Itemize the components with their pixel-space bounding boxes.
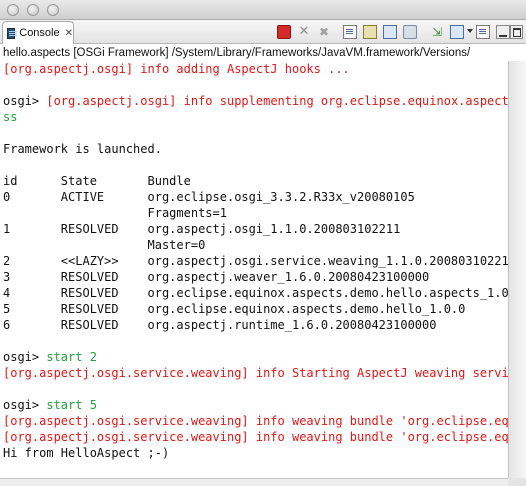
console-line: 3 RESOLVED org.aspectj.weaver_1.6.0.2008… xyxy=(3,269,429,285)
console-line-text: [org.aspectj.osgi] info adding AspectJ h… xyxy=(3,62,350,76)
display-console-icon[interactable] xyxy=(450,25,464,39)
console-line-text: 6 RESOLVED org.aspectj.runtime_1.6.0.200… xyxy=(3,318,437,332)
console-line-text: start 5 xyxy=(46,398,97,412)
show-console-on-error-icon[interactable] xyxy=(403,25,417,39)
window-title-bar xyxy=(0,0,526,20)
clear-console-icon[interactable] xyxy=(343,25,357,39)
console-line: 2 <<LAZY>> org.aspectj.osgi.service.weav… xyxy=(3,253,508,269)
show-console-on-output-icon[interactable] xyxy=(383,25,397,39)
console-line-text: [org.aspectj.osgi] info supplementing or… xyxy=(46,94,508,108)
console-line-text: id State Bundle xyxy=(3,174,191,188)
pin-console-icon[interactable]: ⇲ xyxy=(430,25,444,39)
console-tab-label: Console xyxy=(19,27,60,39)
console-line-text: ss xyxy=(3,110,18,124)
console-line-text: Framework is launched. xyxy=(3,142,162,156)
console-line-text: Fragments=1 xyxy=(3,206,227,220)
console-line: 1 RESOLVED org.aspectj.osgi_1.1.0.200803… xyxy=(3,221,400,237)
view-toolbar: Console ✕ ✕ ✖ ⇲ xyxy=(0,20,526,44)
console-line-text: 1 RESOLVED org.aspectj.osgi_1.1.0.200803… xyxy=(3,222,401,236)
console-tab[interactable]: Console ✕ xyxy=(2,21,74,44)
console-line: id State Bundle xyxy=(3,173,191,189)
console-prompt: osgi> xyxy=(3,398,47,412)
console-line-text: [org.aspectj.osgi.service.weaving] info … xyxy=(3,430,508,444)
scrollbar-corner xyxy=(508,478,526,486)
console-line: osgi> start 2 xyxy=(3,349,97,365)
remove-launch-icon[interactable]: ✕ xyxy=(297,25,311,39)
console-line: ss xyxy=(3,109,17,125)
console-prompt: osgi> xyxy=(3,350,47,364)
console-line: 4 RESOLVED org.eclipse.equinox.aspects.d… xyxy=(3,285,508,301)
console-line: 0 ACTIVE org.eclipse.osgi_3.3.2.R33x_v20… xyxy=(3,189,415,205)
console-line: Master=0 xyxy=(3,237,205,253)
console-line: [org.aspectj.osgi.service.weaving] info … xyxy=(3,365,508,381)
zoom-window-button[interactable] xyxy=(47,4,59,16)
console-line: Fragments=1 xyxy=(3,205,227,221)
console-line: Framework is launched. xyxy=(3,141,162,157)
console-icon xyxy=(7,27,18,39)
process-label: hello.aspects [OSGi Framework] /System/L… xyxy=(0,45,526,61)
open-console-icon[interactable] xyxy=(476,25,490,39)
console-line: [org.aspectj.osgi.service.weaving] info … xyxy=(3,413,508,429)
console-line-text: 3 RESOLVED org.aspectj.weaver_1.6.0.2008… xyxy=(3,270,430,284)
console-line-text: start 2 xyxy=(46,350,97,364)
close-tab-icon[interactable]: ✕ xyxy=(65,28,73,39)
console-line-text: 0 ACTIVE org.eclipse.osgi_3.3.2.R33x_v20… xyxy=(3,190,415,204)
vertical-scrollbar[interactable] xyxy=(508,61,526,478)
console-line: 6 RESOLVED org.aspectj.runtime_1.6.0.200… xyxy=(3,317,436,333)
terminate-icon[interactable] xyxy=(277,25,291,39)
remove-all-terminated-icon[interactable]: ✖ xyxy=(317,25,331,39)
minimize-window-button[interactable] xyxy=(27,4,39,16)
console-line-text: Master=0 xyxy=(3,238,206,252)
console-line: osgi> [org.aspectj.osgi] info supplement… xyxy=(3,93,508,109)
console-line: [org.aspectj.osgi] info adding AspectJ h… xyxy=(3,61,350,77)
minimize-icon[interactable] xyxy=(496,25,510,39)
maximize-icon[interactable] xyxy=(510,25,523,39)
display-console-dropdown-icon[interactable] xyxy=(467,29,473,33)
console-line: 5 RESOLVED org.eclipse.equinox.aspects.d… xyxy=(3,301,465,317)
close-window-button[interactable] xyxy=(7,4,19,16)
console-line-text: [org.aspectj.osgi.service.weaving] info … xyxy=(3,366,508,380)
console-line-text: 4 RESOLVED org.eclipse.equinox.aspects.d… xyxy=(3,286,508,300)
console-line-text: [org.aspectj.osgi.service.weaving] info … xyxy=(3,414,508,428)
console-line: [org.aspectj.osgi.service.weaving] info … xyxy=(3,429,508,445)
console-line: osgi> start 5 xyxy=(3,397,97,413)
scroll-lock-icon[interactable] xyxy=(363,25,377,39)
console-line: Hi from HelloAspect ;-) xyxy=(3,445,169,461)
console-prompt: osgi> xyxy=(3,94,47,108)
console-line-text: 5 RESOLVED org.eclipse.equinox.aspects.d… xyxy=(3,302,466,316)
console-line-text: Hi from HelloAspect ;-) xyxy=(3,446,170,460)
horizontal-scrollbar[interactable] xyxy=(0,478,508,486)
console-output[interactable]: [org.aspectj.osgi] info adding AspectJ h… xyxy=(0,61,508,478)
console-line-text: 2 <<LAZY>> org.aspectj.osgi.service.weav… xyxy=(3,254,508,268)
